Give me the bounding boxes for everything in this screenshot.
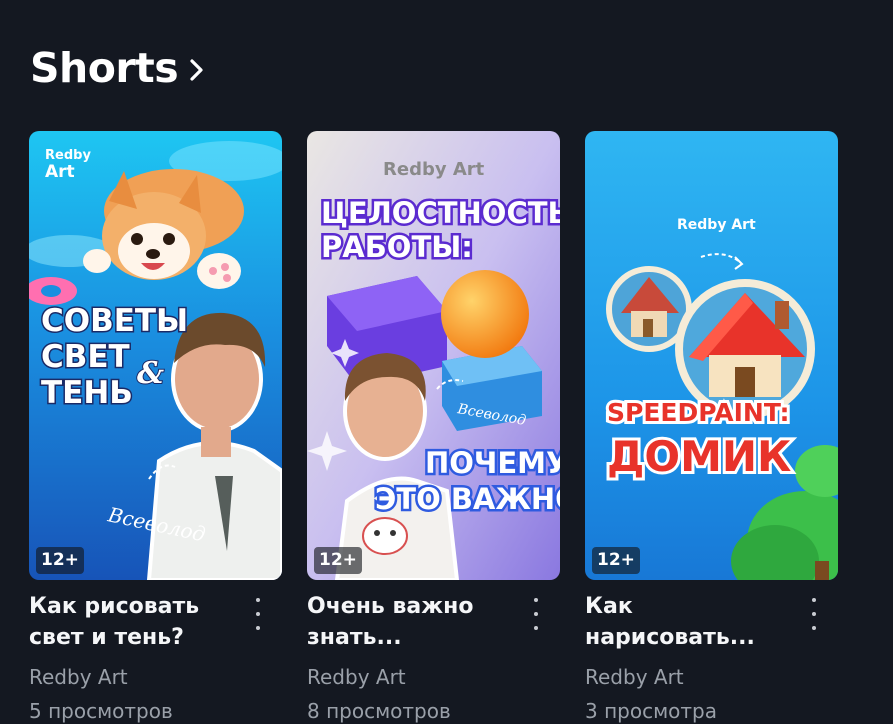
brand-logo: Redby Art bbox=[383, 159, 485, 180]
chevron-right-icon bbox=[190, 59, 203, 81]
view-count: 5 просмотров bbox=[29, 699, 173, 723]
short-meta: Очень важно знать... Redby Art 8 просмот… bbox=[307, 580, 560, 724]
shorts-list: СОВЕТЫ СВЕТ ТЕНЬ & Redby Art Всеволод 12… bbox=[29, 131, 893, 724]
thumbnail-artwork: Redby Art SPEEDPAINT: ДОМИК bbox=[585, 131, 838, 580]
channel-name[interactable]: Redby Art bbox=[585, 663, 838, 691]
age-rating-badge: 12+ bbox=[314, 547, 362, 574]
short-thumbnail[interactable]: Redby Art ЦЕЛОСТНОСТЬ РАБОТЫ: ПОЧЕМУ ЭТО… bbox=[307, 131, 560, 580]
short-title[interactable]: Как нарисовать... bbox=[585, 591, 785, 653]
thumbnail-text: & bbox=[137, 356, 164, 391]
thumbnail-text: РАБОТЫ: bbox=[321, 230, 473, 264]
channel-name[interactable]: Redby Art bbox=[29, 663, 282, 691]
short-thumbnail[interactable]: СОВЕТЫ СВЕТ ТЕНЬ & Redby Art Всеволод 12… bbox=[29, 131, 282, 580]
short-title[interactable]: Очень важно знать... bbox=[307, 591, 507, 653]
thumbnail-artwork: СОВЕТЫ СВЕТ ТЕНЬ & Redby Art Всеволод bbox=[29, 131, 282, 580]
section-title: Shorts bbox=[30, 44, 179, 92]
thumbnail-text: СВЕТ bbox=[41, 339, 130, 375]
brand-logo: Art bbox=[45, 162, 75, 182]
short-card: Redby Art ЦЕЛОСТНОСТЬ РАБОТЫ: ПОЧЕМУ ЭТО… bbox=[307, 131, 560, 724]
short-meta: Как рисовать свет и тень? Redby Art 5 пр… bbox=[29, 580, 282, 724]
thumbnail-artwork: Redby Art ЦЕЛОСТНОСТЬ РАБОТЫ: ПОЧЕМУ ЭТО… bbox=[307, 131, 560, 580]
thumbnail-text: ЦЕЛОСТНОСТЬ bbox=[321, 196, 560, 230]
short-card: Redby Art SPEEDPAINT: ДОМИК 12+ Как нари… bbox=[585, 131, 838, 724]
age-rating-badge: 12+ bbox=[592, 547, 640, 574]
thumbnail-text: ДОМИК bbox=[607, 432, 791, 481]
thumbnail-text: ПОЧЕМУ bbox=[425, 446, 560, 480]
more-options-icon[interactable] bbox=[248, 598, 268, 630]
short-title[interactable]: Как рисовать свет и тень? bbox=[29, 591, 229, 653]
thumbnail-text: СОВЕТЫ bbox=[41, 303, 188, 339]
short-thumbnail[interactable]: Redby Art SPEEDPAINT: ДОМИК 12+ bbox=[585, 131, 838, 580]
brand-logo: Redby Art bbox=[677, 217, 756, 233]
thumbnail-text: ТЕНЬ bbox=[41, 375, 133, 411]
thumbnail-text: ЭТО ВАЖНО bbox=[375, 482, 560, 516]
channel-name[interactable]: Redby Art bbox=[307, 663, 560, 691]
view-count: 8 просмотров bbox=[307, 699, 451, 723]
view-count: 3 просмотра bbox=[585, 699, 718, 723]
short-card: СОВЕТЫ СВЕТ ТЕНЬ & Redby Art Всеволод 12… bbox=[29, 131, 282, 724]
shorts-header-link[interactable]: Shorts bbox=[30, 42, 208, 94]
more-options-icon[interactable] bbox=[526, 598, 546, 630]
brand-logo: Redby bbox=[45, 148, 91, 163]
short-meta: Как нарисовать... Redby Art 3 просмотра bbox=[585, 580, 838, 724]
more-options-icon[interactable] bbox=[804, 598, 824, 630]
shorts-shelf: Shorts СОВЕТЫ СВЕТ ТЕНЬ & Redby Art Всев… bbox=[0, 0, 893, 724]
age-rating-badge: 12+ bbox=[36, 547, 84, 574]
thumbnail-text: SPEEDPAINT: bbox=[607, 398, 790, 427]
